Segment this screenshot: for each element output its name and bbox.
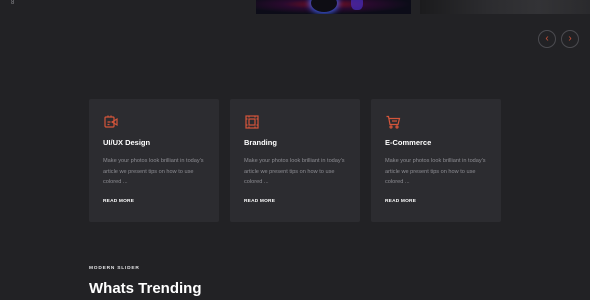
slider-image-dark[interactable] [420, 0, 590, 14]
service-description: Make your photos look brilliant in today… [103, 158, 204, 185]
slider-next-button[interactable]: › [561, 30, 579, 48]
design-tools-icon [103, 114, 119, 130]
section-title: Whats Trending [89, 280, 202, 297]
shopping-cart-icon [385, 114, 401, 130]
chevron-right-icon: › [568, 33, 572, 44]
page: 8 ‹ › UI/UX Design Make your photos look… [0, 0, 590, 300]
service-title: E-Commerce [385, 138, 432, 147]
service-card-branding: Branding Make your photos look brilliant… [230, 99, 360, 222]
chevron-left-icon: ‹ [545, 33, 549, 44]
top-label: 8 [11, 0, 15, 6]
branding-frame-icon [244, 114, 260, 130]
read-more-link[interactable]: READ MORE [103, 199, 134, 204]
top-slider-strip: 8 [0, 0, 590, 22]
service-card-ui-ux: UI/UX Design Make your photos look brill… [89, 99, 219, 222]
service-title: UI/UX Design [103, 138, 151, 147]
service-description: Make your photos look brilliant in today… [385, 158, 486, 185]
slider-image-abstract[interactable] [256, 0, 411, 14]
service-description: Make your photos look brilliant in today… [244, 158, 345, 185]
service-card-ecommerce: E-Commerce Make your photos look brillia… [371, 99, 501, 222]
read-more-link[interactable]: READ MORE [244, 199, 275, 204]
slider-prev-button[interactable]: ‹ [538, 30, 556, 48]
section-eyebrow: MODERN SLIDER [89, 266, 140, 271]
service-title: Branding [244, 138, 277, 147]
read-more-link[interactable]: READ MORE [385, 199, 416, 204]
